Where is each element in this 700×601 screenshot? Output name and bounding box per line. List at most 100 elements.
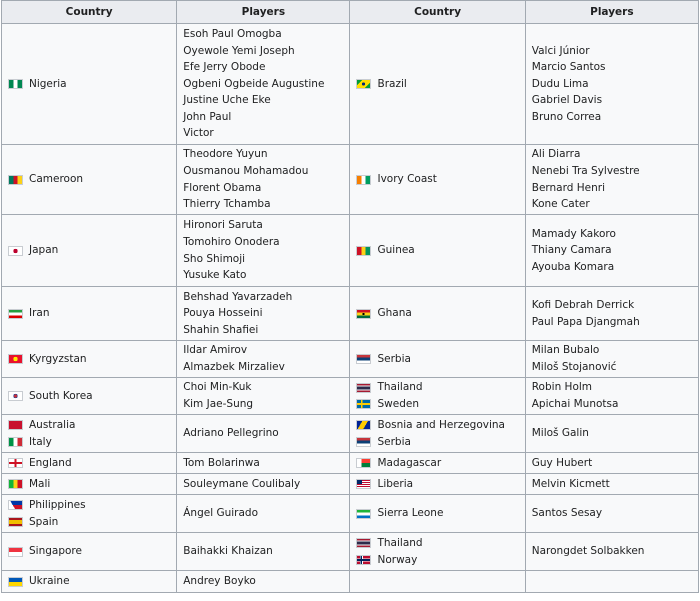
country-link-thailand[interactable]: Thailand [377,379,422,396]
country-entry: Thailand [356,379,518,396]
table-row: South Korea Choi Min-Kuk Kim Jae-Sung Thail… [0,377,700,415]
country-cell-right: Brazil [349,23,526,145]
header-country-left[interactable]: Country [0,0,178,24]
country-cell-left: Japan [0,214,178,287]
mali-flag-icon [8,479,23,489]
header-players-right[interactable]: Players [524,0,700,24]
country-entry: England [8,455,170,472]
country-entry: Norway [356,552,518,569]
country-link-philippines[interactable]: Philippines [29,497,86,514]
player-name: Kim Jae-Sung [183,398,254,410]
country-link-south-korea[interactable]: South Korea [29,388,93,405]
country-entry: Iran [8,305,170,322]
players-cell-left: Ildar Amirov Almazbek Mirzaliev [176,340,351,378]
players-cell-left: Hironori Saruta Tomohiro Onodera Sho Shimo… [176,214,351,287]
country-entry: Italy [8,434,170,451]
player-name: Choi Min-Kuk [183,381,252,394]
country-cell-left: Kyrgyzstan [0,340,178,378]
country-link-norway[interactable]: Norway [377,552,417,569]
country-link-spain[interactable]: Spain [29,514,58,531]
country-entry: Sweden [356,396,518,413]
country-link-serbia[interactable]: Serbia [377,434,410,451]
players-cell-right [524,570,700,593]
country-link-cameroon[interactable]: Cameroon [29,171,83,188]
country-entry: Philippines [8,497,170,514]
country-cell-right: Sierra Leone [349,494,526,533]
country-link-ivory-coast[interactable]: Ivory Coast [377,171,436,188]
madagascar-flag-icon [356,458,372,468]
country-cell-right: Bosnia and Herzegovina Serbia [349,414,526,453]
table-row: Cameroon Theodore Yuyun Ousmanou Mohamadou… [0,144,700,215]
iran-flag-icon [8,308,23,319]
country-link-kyrgyzstan[interactable]: Kyrgyzstan [29,351,87,368]
country-entry: Ghana [356,305,518,322]
country-entry: Singapore [8,543,170,560]
country-link-brazil[interactable]: Brazil [377,76,406,93]
player-name: Andrey Boyko [183,575,256,588]
country-link-italy[interactable]: Italy [29,434,52,451]
philippines-flag-icon [8,500,23,511]
players-cell-left: Baihakki Khaizan [176,532,351,571]
sweden-flag-icon [356,399,372,410]
country-entry: Bosnia and Herzegovina [356,417,518,434]
country-entry: Liberia [356,476,518,493]
player-name: Sho Shimoji [183,252,246,265]
country-link-serbia[interactable]: Serbia [377,351,410,368]
header-country-right[interactable]: Country [349,0,526,24]
country-link-guinea[interactable]: Guinea [377,242,414,259]
country-link-madagascar[interactable]: Madagascar [377,455,441,472]
players-cell-right: Santos Sesay [524,494,700,533]
player-name: Yusuke Kato [183,269,247,282]
country-link-sweden[interactable]: Sweden [377,396,419,413]
country-link-australia[interactable]: Australia [29,417,75,434]
table-row: Ukraine Andrey Boyko [0,570,700,593]
country-link-thailand[interactable]: Thailand [377,535,422,552]
brazil-flag-icon [356,79,372,89]
country-cell-right: Serbia [349,340,526,378]
country-link-iran[interactable]: Iran [29,305,50,322]
players-cell-right: Ali Diarra Nenebi Tra Sylvestre Bernard He… [524,144,700,215]
bosnia-flag-icon [356,420,372,431]
country-entry: Serbia [356,434,518,451]
country-link-singapore[interactable]: Singapore [29,543,82,560]
players-cell-right: Robin Holm Apichai Munotsa [524,377,700,415]
player-name: Robin Holm [531,381,593,394]
country-cell-left: Ukraine [0,570,178,593]
players-cell-left: Adriano Pellegrino [176,414,351,453]
country-link-japan[interactable]: Japan [29,242,58,259]
players-cell-left: Andrey Boyko [176,570,351,593]
country-link-nigeria[interactable]: Nigeria [29,76,67,93]
country-cell-left: Singapore [0,532,178,571]
players-cell-left: Choi Min-Kuk Kim Jae-Sung [176,377,351,415]
country-entry: Kyrgyzstan [8,351,170,368]
players-cell-right: Milan Bubalo Miloš Stojanović [524,340,700,378]
header-players-left[interactable]: Players [176,0,351,24]
country-link-ghana[interactable]: Ghana [377,305,411,322]
player-name: Ousmanou Mohamadou [183,164,309,177]
player-name: John Paul [183,110,232,123]
player-name: Guy Hubert [531,456,593,469]
player-name: Tom Bolarinwa [183,456,260,469]
country-cell-right: Liberia [349,473,526,495]
country-cell-right: Guinea [349,214,526,287]
player-name: Miloš Galin [531,427,589,440]
country-link-mali[interactable]: Mali [29,476,50,493]
player-name: Justine Uche Eke [183,94,271,107]
player-name: Miloš Stojanović [531,361,617,373]
player-name: Ángel Guirado [183,507,259,520]
table-row: England Tom Bolarinwa Madagascar Guy Hubert [0,452,700,474]
player-name: Thiany Camara [531,244,612,257]
player-name: Kofi Debrah Derrick [531,298,635,311]
player-name: Ayouba Komara [531,260,615,273]
players-cell-right: Narongdet Solbakken [524,532,700,571]
country-link-england[interactable]: England [29,455,72,472]
norway-flag-icon [356,554,372,565]
player-name: Gabriel Davis [531,94,603,107]
country-link-sierra-leone[interactable]: Sierra Leone [377,505,443,522]
players-cell-right: Mamady Kakoro Thiany Camara Ayouba Komara [524,214,700,287]
ivory-coast-flag-icon [356,174,372,185]
country-link-ukraine[interactable]: Ukraine [29,573,70,590]
country-link-bosnia-and-herzegovina[interactable]: Bosnia and Herzegovina [377,417,505,434]
country-link-liberia[interactable]: Liberia [377,476,413,493]
player-name: Thierry Tchamba [183,198,271,211]
